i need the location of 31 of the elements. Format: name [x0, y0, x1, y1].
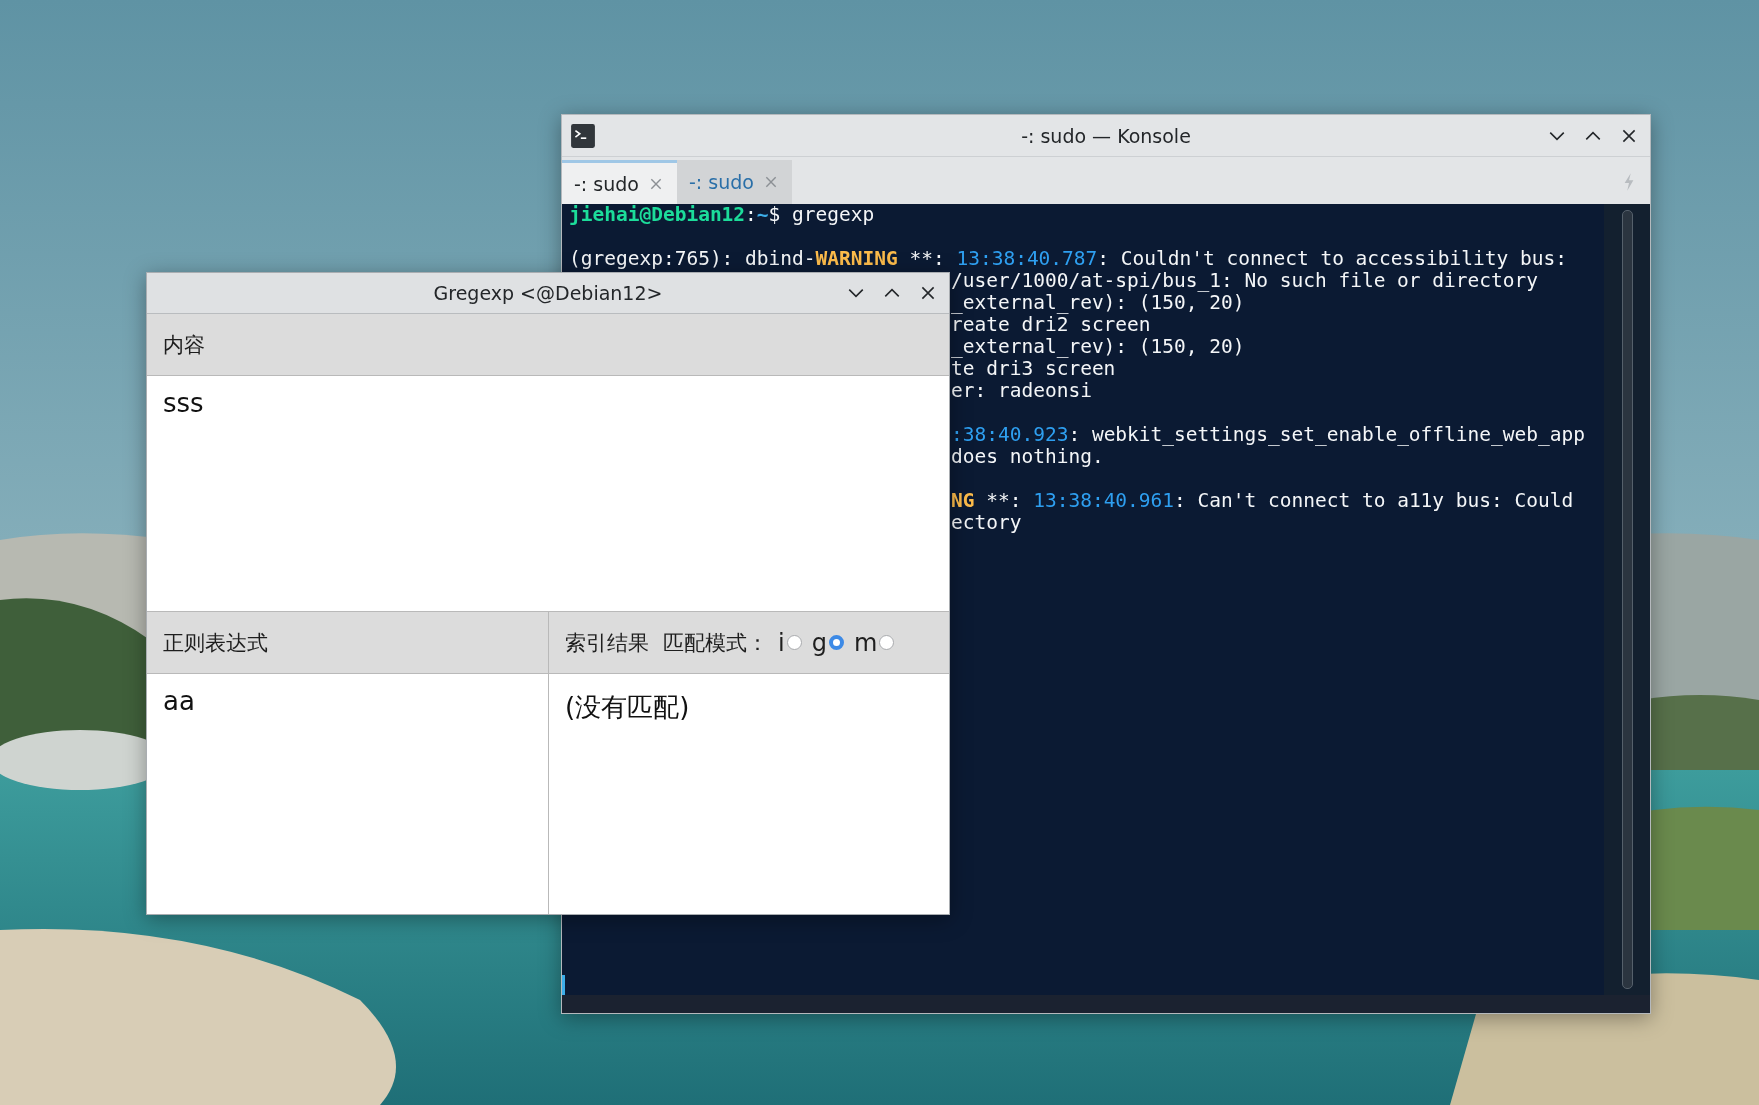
radio-button[interactable] — [879, 635, 895, 650]
terminal-line: er: radeonsi — [951, 381, 1092, 401]
text-cursor — [562, 975, 565, 995]
terminal-line: does nothing. — [951, 447, 1104, 467]
terminal-line: ectory — [951, 513, 1022, 533]
mode-option-label: i — [778, 628, 785, 657]
terminal-line: jiehai@Debian12:~$ gregexp — [569, 205, 875, 225]
terminal-icon — [570, 122, 596, 149]
radio-button[interactable] — [828, 635, 844, 650]
window-title: -: sudo — Konsole — [1021, 124, 1191, 147]
terminal-tab[interactable]: -: sudo — [562, 160, 677, 204]
terminal-line: te dri3 screen — [951, 359, 1116, 379]
mode-option-label: g — [811, 628, 827, 657]
mode-option-label: m — [853, 628, 878, 657]
terminal-line: /user/1000/at-spi/bus_1: No such file or directory — [951, 271, 1538, 291]
text-area[interactable]: sss — [147, 376, 949, 612]
scrollbar[interactable] — [1621, 210, 1633, 989]
section-heading: 内容 — [163, 331, 205, 359]
radio-button[interactable] — [786, 635, 802, 650]
mode-label: 匹配模式： — [663, 629, 768, 657]
terminal-line: :38:40.923: webkit_settings_set_enable_offline_web_app — [951, 425, 1585, 445]
terminal-line: _external_rev): (150, 20) — [951, 293, 1245, 313]
terminal-tab[interactable]: -: sudo — [676, 160, 792, 204]
terminal-line: _external_rev): (150, 20) — [951, 337, 1245, 357]
window-title: Gregexp <@Debian12> — [433, 282, 663, 304]
terminal-line: reate dri2 screen — [951, 315, 1151, 335]
section-heading: 索引结果 — [565, 629, 649, 657]
section-heading: 正则表达式 — [163, 629, 268, 657]
close-icon[interactable] — [919, 284, 937, 302]
terminal-line: (gregexp:765): dbind-WARNING **: 13:38:40.787: Couldn't connect to accessibility bus: — [569, 249, 1567, 269]
terminal-line: NG **: 13:38:40.961: Can't connect to a11y bus: Could — [951, 491, 1574, 511]
